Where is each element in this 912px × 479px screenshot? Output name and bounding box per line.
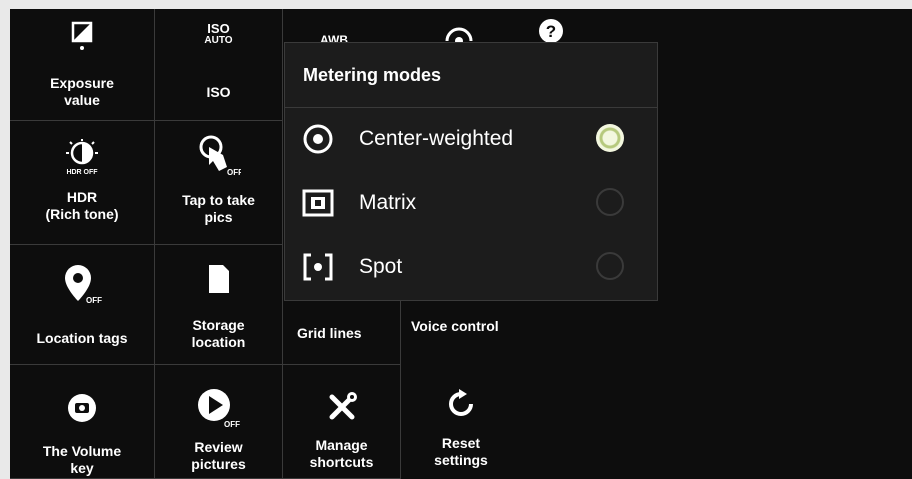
svg-text:?: ?: [546, 22, 556, 41]
iso-label: ISO: [206, 84, 231, 100]
radio-unselected[interactable]: [596, 252, 624, 280]
svg-text:OFF: OFF: [86, 296, 102, 305]
exposure-icon: [10, 21, 154, 51]
volume-key-label: The Volume key: [42, 443, 122, 476]
option-label: Spot: [359, 255, 403, 278]
reset-settings-label: Reset settings: [434, 435, 488, 468]
camera-icon: [10, 393, 154, 423]
tap-icon: OFF: [155, 135, 282, 177]
voice-control-tile[interactable]: Voice control: [401, 301, 571, 365]
exposure-value-tile[interactable]: Exposure value: [10, 9, 155, 121]
grid-lines-label: Grid lines: [297, 325, 362, 341]
tap-to-take-pics-tile[interactable]: OFF Tap to take pics: [155, 121, 283, 245]
reset-icon: [401, 389, 521, 419]
camera-settings-screen: Exposure value ISO AUTO ISO AWB ? HDR OF…: [10, 9, 912, 479]
tap-to-take-pics-label: Tap to take pics: [182, 192, 255, 225]
option-matrix[interactable]: Matrix: [285, 171, 657, 235]
manage-shortcuts-label: Manage shortcuts: [309, 437, 374, 470]
tools-icon: [283, 391, 400, 423]
metering-modes-popup: Metering modes Center-weighted Matrix Sp…: [284, 42, 658, 301]
grid-lines-tile[interactable]: Grid lines: [283, 301, 401, 365]
review-pictures-tile[interactable]: OFF Review pictures: [155, 365, 283, 479]
voice-control-label: Voice control: [411, 318, 499, 334]
option-label: Center-weighted: [359, 127, 514, 150]
svg-text:OFF: OFF: [227, 168, 241, 177]
location-icon: OFF: [10, 263, 154, 305]
review-pictures-label: Review pictures: [191, 439, 246, 472]
radio-selected[interactable]: [596, 124, 624, 152]
sd-card-icon: [155, 263, 282, 295]
location-tags-label: Location tags: [36, 330, 128, 346]
hdr-off-badge: HDR OFF: [66, 169, 98, 176]
option-center-weighted[interactable]: Center-weighted: [285, 107, 657, 171]
exposure-value-label: Exposure value: [50, 75, 114, 108]
manage-shortcuts-tile[interactable]: Manage shortcuts: [283, 365, 401, 479]
location-tags-tile[interactable]: OFF Location tags: [10, 245, 155, 365]
option-spot[interactable]: Spot: [285, 235, 657, 299]
hdr-tile[interactable]: HDR OFF HDR (Rich tone): [10, 121, 155, 245]
iso-badge-top: ISO: [207, 21, 230, 36]
option-label: Matrix: [359, 191, 417, 214]
hdr-label: HDR (Rich tone): [45, 189, 119, 222]
popup-title: Metering modes: [303, 65, 442, 85]
center-weighted-icon: [301, 122, 335, 156]
radio-unselected[interactable]: [596, 188, 624, 216]
iso-auto-icon: ISO AUTO: [155, 21, 282, 47]
storage-location-tile[interactable]: Storage location: [155, 245, 283, 365]
storage-location-label: Storage location: [191, 317, 246, 350]
review-icon: OFF: [155, 387, 282, 429]
volume-key-tile[interactable]: The Volume key: [10, 365, 155, 479]
svg-text:OFF: OFF: [224, 420, 240, 429]
spot-icon: [301, 250, 335, 284]
iso-badge-bottom: AUTO: [204, 35, 233, 46]
hdr-icon: HDR OFF: [10, 139, 154, 177]
reset-settings-tile[interactable]: Reset settings: [401, 365, 521, 479]
matrix-icon: [301, 186, 335, 220]
iso-tile[interactable]: ISO AUTO ISO: [155, 9, 283, 121]
